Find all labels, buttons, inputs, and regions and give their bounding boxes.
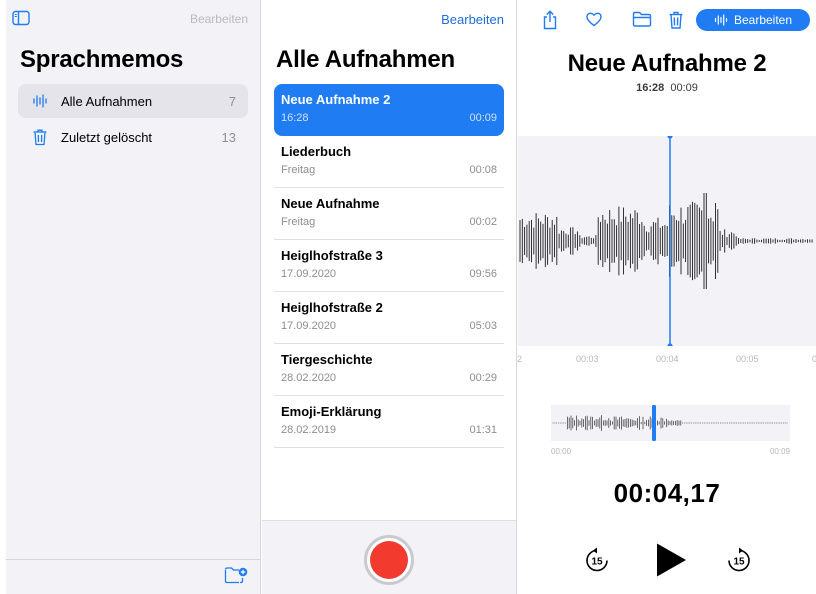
record-dot — [370, 541, 408, 579]
recording-date: Freitag — [281, 216, 316, 228]
current-time: 00:04,17 — [613, 478, 721, 508]
waveform-editor[interactable] — [518, 136, 816, 346]
recording-duration: 00:09 — [469, 112, 497, 124]
sidebar-item-label: Alle Aufnahmen — [61, 93, 153, 109]
list-item[interactable]: Liederbuch Freitag 00:08 — [274, 136, 504, 188]
heart-icon[interactable] — [585, 10, 603, 28]
recording-date: Freitag — [281, 164, 316, 176]
overview-start: 00:00 — [551, 447, 572, 456]
sidebar-item-count: 13 — [221, 129, 236, 145]
sidebar-toggle-icon[interactable] — [12, 10, 30, 26]
recording-duration: 09:56 — [469, 268, 497, 280]
play-button[interactable] — [655, 542, 689, 578]
play-icon — [657, 543, 686, 577]
time-axis-label: 0 — [812, 354, 816, 364]
sidebar: Bearbeiten Sprachmemos Alle Aufnahmen 7 … — [6, 0, 261, 594]
recording-duration: 05:03 — [469, 320, 497, 332]
list-item[interactable]: Neue Aufnahme Freitag 00:02 — [274, 188, 504, 240]
share-icon[interactable] — [542, 10, 558, 30]
list-item[interactable]: Emoji-Erklärung 28.02.2019 01:31 — [274, 396, 504, 448]
recording-date: 16:28 — [281, 112, 309, 124]
time-axis-label: 00:03 — [576, 354, 599, 364]
recording-title: Neue Aufnahme 2 — [567, 50, 767, 77]
sidebar-list: Alle Aufnahmen 7 Zuletzt gelöscht 13 — [18, 84, 248, 156]
new-folder-icon[interactable] — [224, 566, 248, 584]
list-item[interactable]: Tiergeschichte 28.02.2020 00:29 — [274, 344, 504, 396]
sidebar-title: Sprachmemos — [20, 46, 184, 73]
recordings-list: Neue Aufnahme 2 16:28 00:09 Liederbuch Fr… — [274, 84, 504, 448]
time-axis-label: 00:05 — [736, 354, 759, 364]
playback-controls: 15 15 — [518, 540, 816, 580]
trash-icon[interactable] — [668, 10, 684, 30]
sidebar-item-recently-deleted[interactable]: Zuletzt gelöscht 13 — [18, 120, 248, 154]
overview-playhead[interactable] — [652, 405, 656, 441]
list-item[interactable]: Heiglhofstraße 3 17.09.2020 09:56 — [274, 240, 504, 292]
list-title: Alle Aufnahmen — [276, 46, 455, 73]
recording-name: Liederbuch — [281, 144, 352, 159]
sidebar-edit-button[interactable]: Bearbeiten — [190, 12, 248, 26]
sidebar-item-label: Zuletzt gelöscht — [61, 129, 153, 145]
recording-duration: 01:31 — [469, 424, 497, 436]
recording-date: 17.09.2020 — [281, 268, 337, 280]
time-axis-label: 2 — [517, 354, 523, 364]
recording-name: Heiglhofstraße 2 — [281, 300, 383, 315]
sidebar-item-all-recordings[interactable]: Alle Aufnahmen 7 — [18, 84, 248, 118]
overview-end: 00:09 — [769, 447, 790, 456]
detail-pane: Bearbeiten Neue Aufnahme 2 16:28 00:09 2… — [517, 0, 816, 594]
detail-edit-label: Bearbeiten — [733, 13, 793, 27]
sidebar-toolbar: Bearbeiten — [6, 10, 260, 30]
recording-date: 17.09.2020 — [281, 320, 337, 332]
recording-name: Tiergeschichte — [281, 352, 373, 367]
skip-back-icon: 15 — [586, 547, 608, 572]
waveform-icon — [30, 91, 50, 111]
skip-forward-label: 15 — [733, 557, 745, 568]
recordings-pane: Bearbeiten Alle Aufnahmen Neue Aufnahme … — [262, 0, 517, 594]
list-item[interactable]: Heiglhofstraße 2 17.09.2020 05:03 — [274, 292, 504, 344]
recording-name: Heiglhofstraße 3 — [281, 248, 383, 263]
skip-back-15-button[interactable]: 15 — [584, 546, 610, 574]
playhead-handle[interactable] — [667, 136, 673, 139]
detail-edit-button[interactable]: Bearbeiten — [696, 9, 810, 31]
skip-forward-icon: 15 — [728, 547, 750, 572]
waveform — [519, 136, 813, 346]
sidebar-item-count: 7 — [228, 93, 236, 109]
time-axis-label: 00:04 — [656, 354, 679, 364]
detail-toolbar: Bearbeiten — [518, 8, 816, 34]
recording-duration: 00:02 — [469, 216, 497, 228]
overview-scrubber[interactable] — [551, 405, 790, 441]
overview-waveform — [552, 405, 788, 441]
recording-time: 16:28 — [636, 82, 665, 94]
recording-info: 16:28 00:09 — [518, 82, 816, 94]
record-bar — [262, 520, 516, 594]
recording-length: 00:09 — [670, 82, 698, 94]
divider — [6, 559, 260, 560]
trash-icon — [30, 127, 50, 147]
recording-duration: 00:29 — [469, 372, 497, 384]
waveform-icon — [714, 14, 728, 26]
folder-icon[interactable] — [632, 10, 652, 28]
list-edit-button[interactable]: Bearbeiten — [441, 12, 504, 27]
recording-name: Emoji-Erklärung — [281, 404, 382, 419]
skip-forward-15-button[interactable]: 15 — [726, 546, 752, 574]
skip-back-label: 15 — [591, 557, 603, 568]
list-item[interactable]: Neue Aufnahme 2 16:28 00:09 — [274, 84, 504, 136]
recording-duration: 00:08 — [469, 164, 497, 176]
recording-date: 28.02.2019 — [281, 424, 337, 436]
recording-name: Neue Aufnahme — [281, 196, 380, 211]
time-axis: 2 00:03 00:04 00:05 0 — [517, 346, 816, 370]
recording-name: Neue Aufnahme 2 — [281, 92, 391, 107]
record-button[interactable] — [364, 535, 414, 585]
recording-date: 28.02.2020 — [281, 372, 337, 384]
